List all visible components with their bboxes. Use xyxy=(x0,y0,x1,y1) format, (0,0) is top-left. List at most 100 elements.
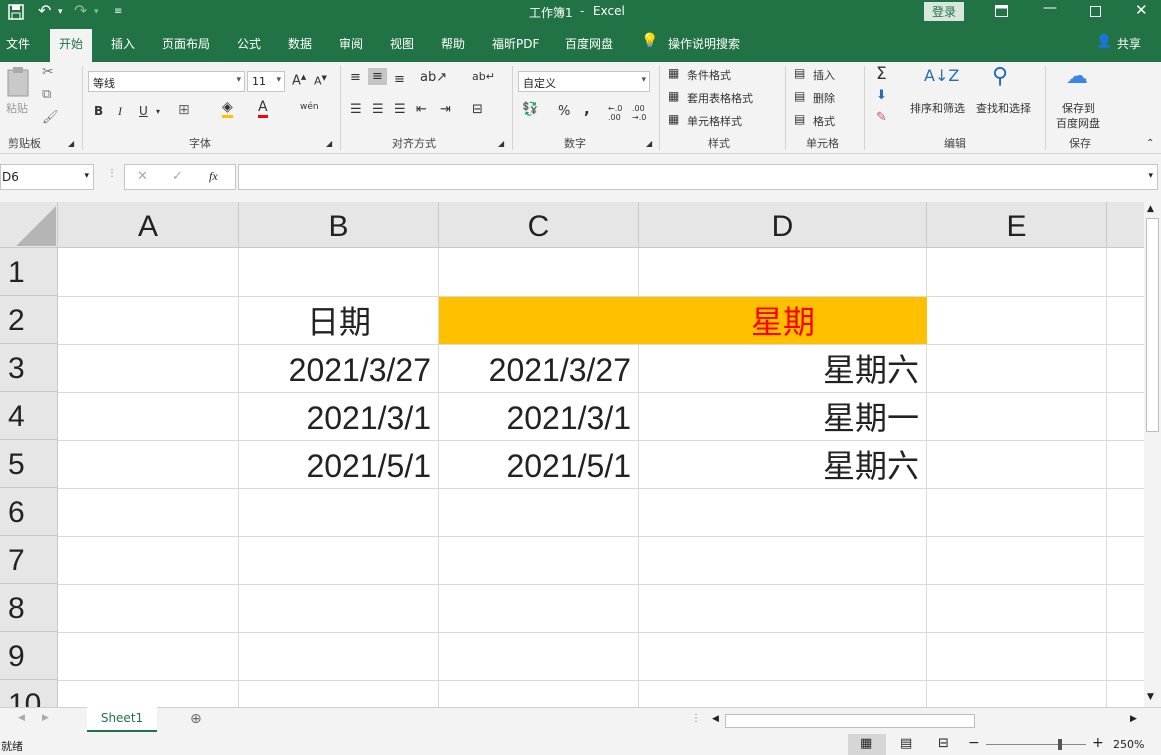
insert-cells-button[interactable]: 插入 xyxy=(813,67,835,83)
login-button[interactable]: 登录 xyxy=(924,2,965,21)
increase-decimal-icon[interactable]: ←.0.00 xyxy=(608,104,622,122)
share-button[interactable]: 共享 xyxy=(1117,35,1141,52)
paste-button[interactable]: 粘贴 xyxy=(6,100,28,116)
italic-button[interactable]: I xyxy=(118,104,122,119)
tab-home[interactable]: 开始 xyxy=(50,29,93,62)
row-header-6[interactable]: 6 xyxy=(0,488,58,536)
font-size-select[interactable]: 11 xyxy=(247,71,285,92)
scroll-up-icon[interactable]: ▲ xyxy=(1147,204,1154,214)
cell-b3[interactable]: 2021/3/27 xyxy=(239,345,439,392)
cell-d5[interactable]: 星期六 xyxy=(639,441,927,488)
cut-icon[interactable]: ✂ xyxy=(42,64,54,80)
insert-function-icon[interactable]: fx xyxy=(209,169,218,184)
column-header-c[interactable]: C xyxy=(439,202,639,248)
align-bottom-icon[interactable]: ≡ xyxy=(394,72,405,87)
enter-icon[interactable]: ✓ xyxy=(172,169,183,184)
column-header-a[interactable]: A xyxy=(58,202,239,248)
save-icon[interactable] xyxy=(8,4,24,20)
wrap-text-icon[interactable]: ab↵ xyxy=(472,70,495,83)
percent-button[interactable]: % xyxy=(558,104,570,119)
name-box-dropdown-icon[interactable]: ▾ xyxy=(84,171,89,181)
maximize-icon[interactable] xyxy=(1090,6,1101,17)
cell-d3[interactable]: 星期六 xyxy=(639,345,927,392)
font-name-select[interactable]: 等线 xyxy=(88,71,245,92)
underline-button[interactable]: U xyxy=(139,104,148,118)
row-header-4[interactable]: 4 xyxy=(0,392,58,440)
fill-color-icon[interactable]: ◈ xyxy=(222,100,233,118)
conditional-format-button[interactable]: 条件格式 xyxy=(687,67,731,83)
merge-center-icon[interactable]: ⊟ xyxy=(472,102,483,117)
bold-button[interactable]: B xyxy=(94,104,103,118)
format-table-button[interactable]: 套用表格格式 xyxy=(687,90,753,106)
clipboard-launcher-icon[interactable]: ◢ xyxy=(68,139,74,148)
name-box[interactable]: D6 ▾ xyxy=(0,164,94,190)
border-icon[interactable]: ⊞ xyxy=(178,102,190,118)
page-layout-view-icon[interactable]: ▤ xyxy=(900,736,912,751)
tell-me-search[interactable]: 操作说明搜索 xyxy=(668,35,740,52)
copy-icon[interactable]: ⧉ xyxy=(42,87,51,102)
select-all-button[interactable] xyxy=(0,202,58,248)
cancel-icon[interactable]: ✕ xyxy=(137,169,148,184)
row-header-7[interactable]: 7 xyxy=(0,536,58,584)
cell-d4[interactable]: 星期一 xyxy=(639,393,927,440)
column-header-f[interactable] xyxy=(1107,202,1144,248)
scroll-right-icon[interactable]: ▶ xyxy=(1130,714,1137,724)
collapse-ribbon-icon[interactable]: ⌃ xyxy=(1146,138,1154,149)
row-header-8[interactable]: 8 xyxy=(0,584,58,632)
horizontal-scrollbar[interactable]: ◀ ▶ xyxy=(709,713,1143,729)
zoom-slider[interactable] xyxy=(986,744,1086,745)
decrease-decimal-icon[interactable]: .00 →.0 xyxy=(632,104,646,122)
ribbon-display-options-icon[interactable] xyxy=(995,5,1008,17)
row-header-9[interactable]: 9 xyxy=(0,632,58,680)
underline-dropdown-icon[interactable]: ▾ xyxy=(156,107,160,116)
cell-c4[interactable]: 2021/3/1 xyxy=(439,393,639,440)
next-sheet-icon[interactable]: ▶ xyxy=(42,713,49,723)
find-select-button[interactable]: 查找和选择 xyxy=(976,100,1031,116)
increase-font-icon[interactable]: A▲ xyxy=(292,73,306,88)
accounting-format-icon[interactable]: 💱 xyxy=(522,102,538,117)
align-top-icon[interactable]: ≡ xyxy=(350,70,361,85)
zoom-slider-thumb[interactable] xyxy=(1058,739,1062,750)
row-header-5[interactable]: 5 xyxy=(0,440,58,488)
increase-indent-icon[interactable]: ⇥ xyxy=(440,102,451,117)
zoom-level[interactable]: 250% xyxy=(1113,738,1144,751)
tab-view[interactable]: 视图 xyxy=(390,35,414,52)
undo-dropdown-icon[interactable]: ▾ xyxy=(58,7,63,17)
sort-filter-button[interactable]: 排序和筛选 xyxy=(910,100,965,116)
add-sheet-icon[interactable]: ⊕ xyxy=(190,711,202,727)
cell-b5[interactable]: 2021/5/1 xyxy=(239,441,439,488)
comma-button[interactable]: , xyxy=(584,100,590,118)
save-to-baidu-button[interactable]: 保存到 xyxy=(1062,100,1095,116)
number-format-select[interactable]: 自定义 xyxy=(518,71,650,92)
vertical-scrollbar[interactable]: ▲ ▼ xyxy=(1144,202,1161,707)
tab-file[interactable]: 文件 xyxy=(6,35,30,52)
horizontal-scroll-thumb[interactable] xyxy=(725,714,975,728)
delete-cells-button[interactable]: 删除 xyxy=(813,90,835,106)
align-right-icon[interactable]: ☰ xyxy=(394,102,406,117)
prev-sheet-icon[interactable]: ◀ xyxy=(18,713,25,723)
tab-help[interactable]: 帮助 xyxy=(441,35,465,52)
align-middle-icon[interactable]: ≡ xyxy=(368,68,387,85)
zoom-out-icon[interactable]: − xyxy=(968,735,980,751)
number-launcher-icon[interactable]: ◢ xyxy=(646,139,652,148)
formula-bar-grip-icon[interactable]: ⋮ xyxy=(107,168,117,179)
sheet-tab-sheet1[interactable]: Sheet1 xyxy=(87,707,157,732)
cell-c5[interactable]: 2021/5/1 xyxy=(439,441,639,488)
normal-view-button[interactable]: ▦ xyxy=(848,734,886,755)
cell-b4[interactable]: 2021/3/1 xyxy=(239,393,439,440)
orientation-icon[interactable]: ab↗ xyxy=(420,70,447,85)
expand-formula-icon[interactable]: ▾ xyxy=(1148,171,1153,181)
column-header-e[interactable]: E xyxy=(927,202,1107,248)
zoom-in-icon[interactable]: + xyxy=(1092,735,1104,751)
alignment-launcher-icon[interactable]: ◢ xyxy=(498,139,504,148)
column-header-b[interactable]: B xyxy=(239,202,439,248)
tab-data[interactable]: 数据 xyxy=(288,35,312,52)
row-header-2[interactable]: 2 xyxy=(0,296,58,344)
tab-baidu-netdisk[interactable]: 百度网盘 xyxy=(565,35,613,52)
scroll-left-icon[interactable]: ◀ xyxy=(712,714,719,724)
tab-page-layout[interactable]: 页面布局 xyxy=(162,35,210,52)
cell-b2[interactable]: 日期 xyxy=(239,297,439,344)
tab-split-grip-icon[interactable]: ⋮ xyxy=(691,713,701,724)
font-launcher-icon[interactable]: ◢ xyxy=(326,139,332,148)
page-break-view-icon[interactable]: ⊟ xyxy=(938,736,949,751)
